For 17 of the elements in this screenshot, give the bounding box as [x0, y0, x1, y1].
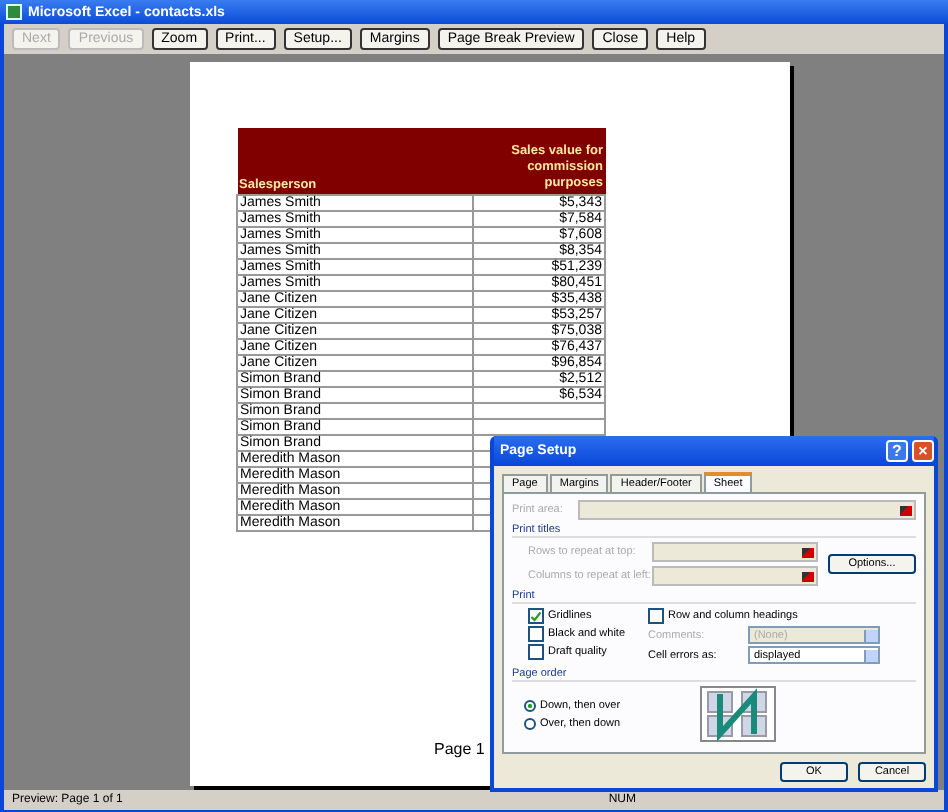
- input-field[interactable]: [652, 566, 818, 586]
- checkbox[interactable]: [528, 608, 544, 624]
- radio-button[interactable]: [524, 699, 536, 711]
- page-footer: Page 1: [434, 740, 485, 758]
- page-order-diagram: [700, 686, 777, 742]
- range-picker-icon[interactable]: [801, 571, 814, 581]
- range-picker-icon[interactable]: [801, 547, 814, 557]
- input-field[interactable]: [652, 542, 818, 562]
- close-button[interactable]: ×: [912, 440, 934, 462]
- input-field[interactable]: [578, 500, 916, 520]
- checkbox[interactable]: [648, 608, 664, 624]
- checkbox[interactable]: [528, 644, 544, 660]
- range-picker-icon[interactable]: [900, 505, 912, 515]
- checkbox[interactable]: [528, 626, 544, 642]
- help-button[interactable]: ?: [886, 440, 908, 462]
- radio-button[interactable]: [524, 717, 536, 729]
- spreadsheet-icon: [6, 4, 22, 20]
